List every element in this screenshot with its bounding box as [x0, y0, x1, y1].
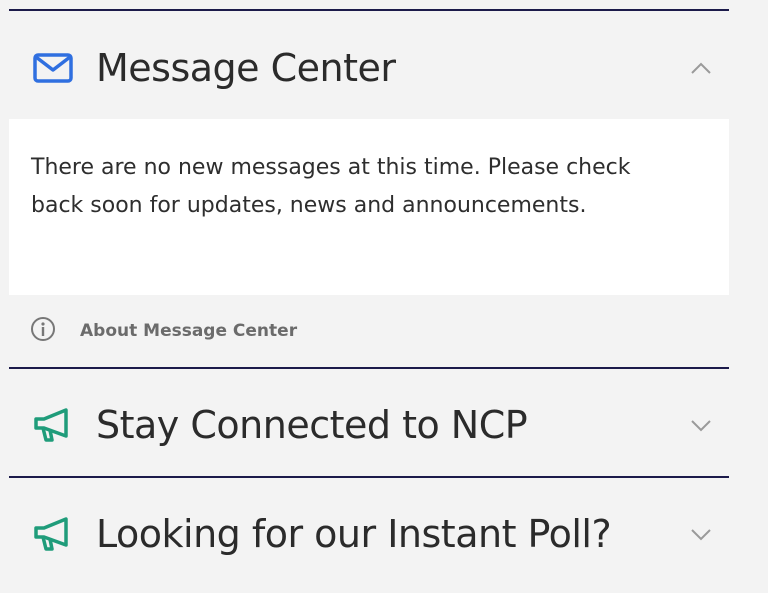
about-message-center-link[interactable]: About Message Center — [30, 316, 297, 346]
chevron-down-icon[interactable] — [689, 522, 713, 546]
envelope-icon — [31, 46, 75, 90]
instant-poll-header[interactable]: Looking for our Instant Poll? — [9, 494, 729, 574]
section-divider — [9, 367, 729, 369]
section-divider — [9, 9, 729, 11]
chevron-up-icon[interactable] — [689, 56, 713, 80]
message-box: There are no new messages at this time. … — [9, 119, 729, 295]
message-center-header[interactable]: Message Center — [9, 28, 729, 108]
message-text: There are no new messages at this time. … — [31, 155, 631, 218]
megaphone-icon — [31, 403, 75, 447]
accordion-panel: Message Center There are no new messages… — [0, 0, 768, 593]
stay-connected-header[interactable]: Stay Connected to NCP — [9, 385, 729, 465]
section-divider — [9, 476, 729, 478]
section-title: Looking for our Instant Poll? — [96, 512, 612, 556]
info-circle-icon — [30, 316, 56, 347]
section-title: Stay Connected to NCP — [96, 403, 528, 447]
chevron-down-icon[interactable] — [689, 413, 713, 437]
section-title: Message Center — [96, 46, 396, 90]
about-label: About Message Center — [80, 321, 298, 341]
megaphone-icon — [31, 512, 75, 556]
